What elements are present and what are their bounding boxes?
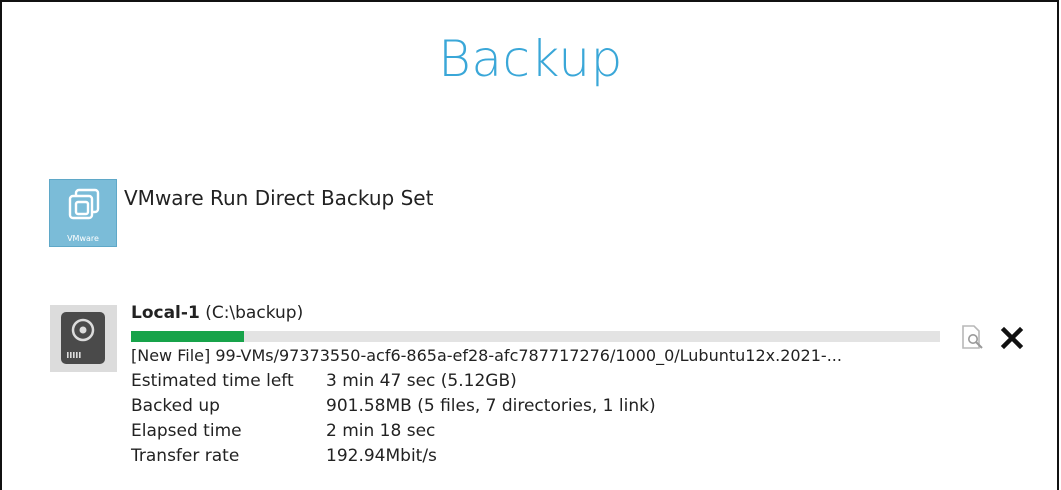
- destination-name: Local-1 (C:\backup): [131, 303, 303, 323]
- stat-label: Transfer rate: [131, 446, 240, 466]
- backup-set-name: VMware Run Direct Backup Set: [124, 186, 434, 210]
- view-log-icon: [962, 325, 983, 349]
- stats-table: Estimated time left 3 min 47 sec (5.12GB…: [131, 371, 656, 471]
- stat-label: Estimated time left: [131, 371, 294, 391]
- destination-path: (C:\backup): [205, 303, 304, 323]
- stat-row-backed-up: Backed up 901.58MB (5 files, 7 directori…: [131, 396, 656, 421]
- progress-fill: [131, 331, 245, 342]
- current-file: [New File] 99-VMs/97373550-acf6-865a-ef2…: [131, 346, 842, 365]
- page-title: Backup: [438, 30, 623, 88]
- stat-value: 2 min 18 sec: [326, 421, 436, 441]
- progress-bar: [131, 331, 940, 342]
- close-icon: [1000, 326, 1024, 350]
- view-log-button[interactable]: [955, 320, 989, 354]
- stat-value: 192.94Mbit/s: [326, 446, 437, 466]
- stat-label: Backed up: [131, 396, 220, 416]
- destination-label: Local-1: [131, 303, 200, 323]
- stat-row-transfer-rate: Transfer rate 192.94Mbit/s: [131, 446, 656, 471]
- cancel-backup-button[interactable]: [996, 322, 1028, 354]
- vmware-icon: VMware: [49, 179, 117, 247]
- hard-drive-icon: [50, 305, 117, 372]
- vmware-icon-label: VMware: [67, 234, 99, 243]
- stat-row-estimated-time: Estimated time left 3 min 47 sec (5.12GB…: [131, 371, 656, 396]
- stat-label: Elapsed time: [131, 421, 242, 441]
- stat-value: 901.58MB (5 files, 7 directories, 1 link…: [326, 396, 656, 416]
- stat-row-elapsed-time: Elapsed time 2 min 18 sec: [131, 421, 656, 446]
- stat-value: 3 min 47 sec (5.12GB): [326, 371, 517, 391]
